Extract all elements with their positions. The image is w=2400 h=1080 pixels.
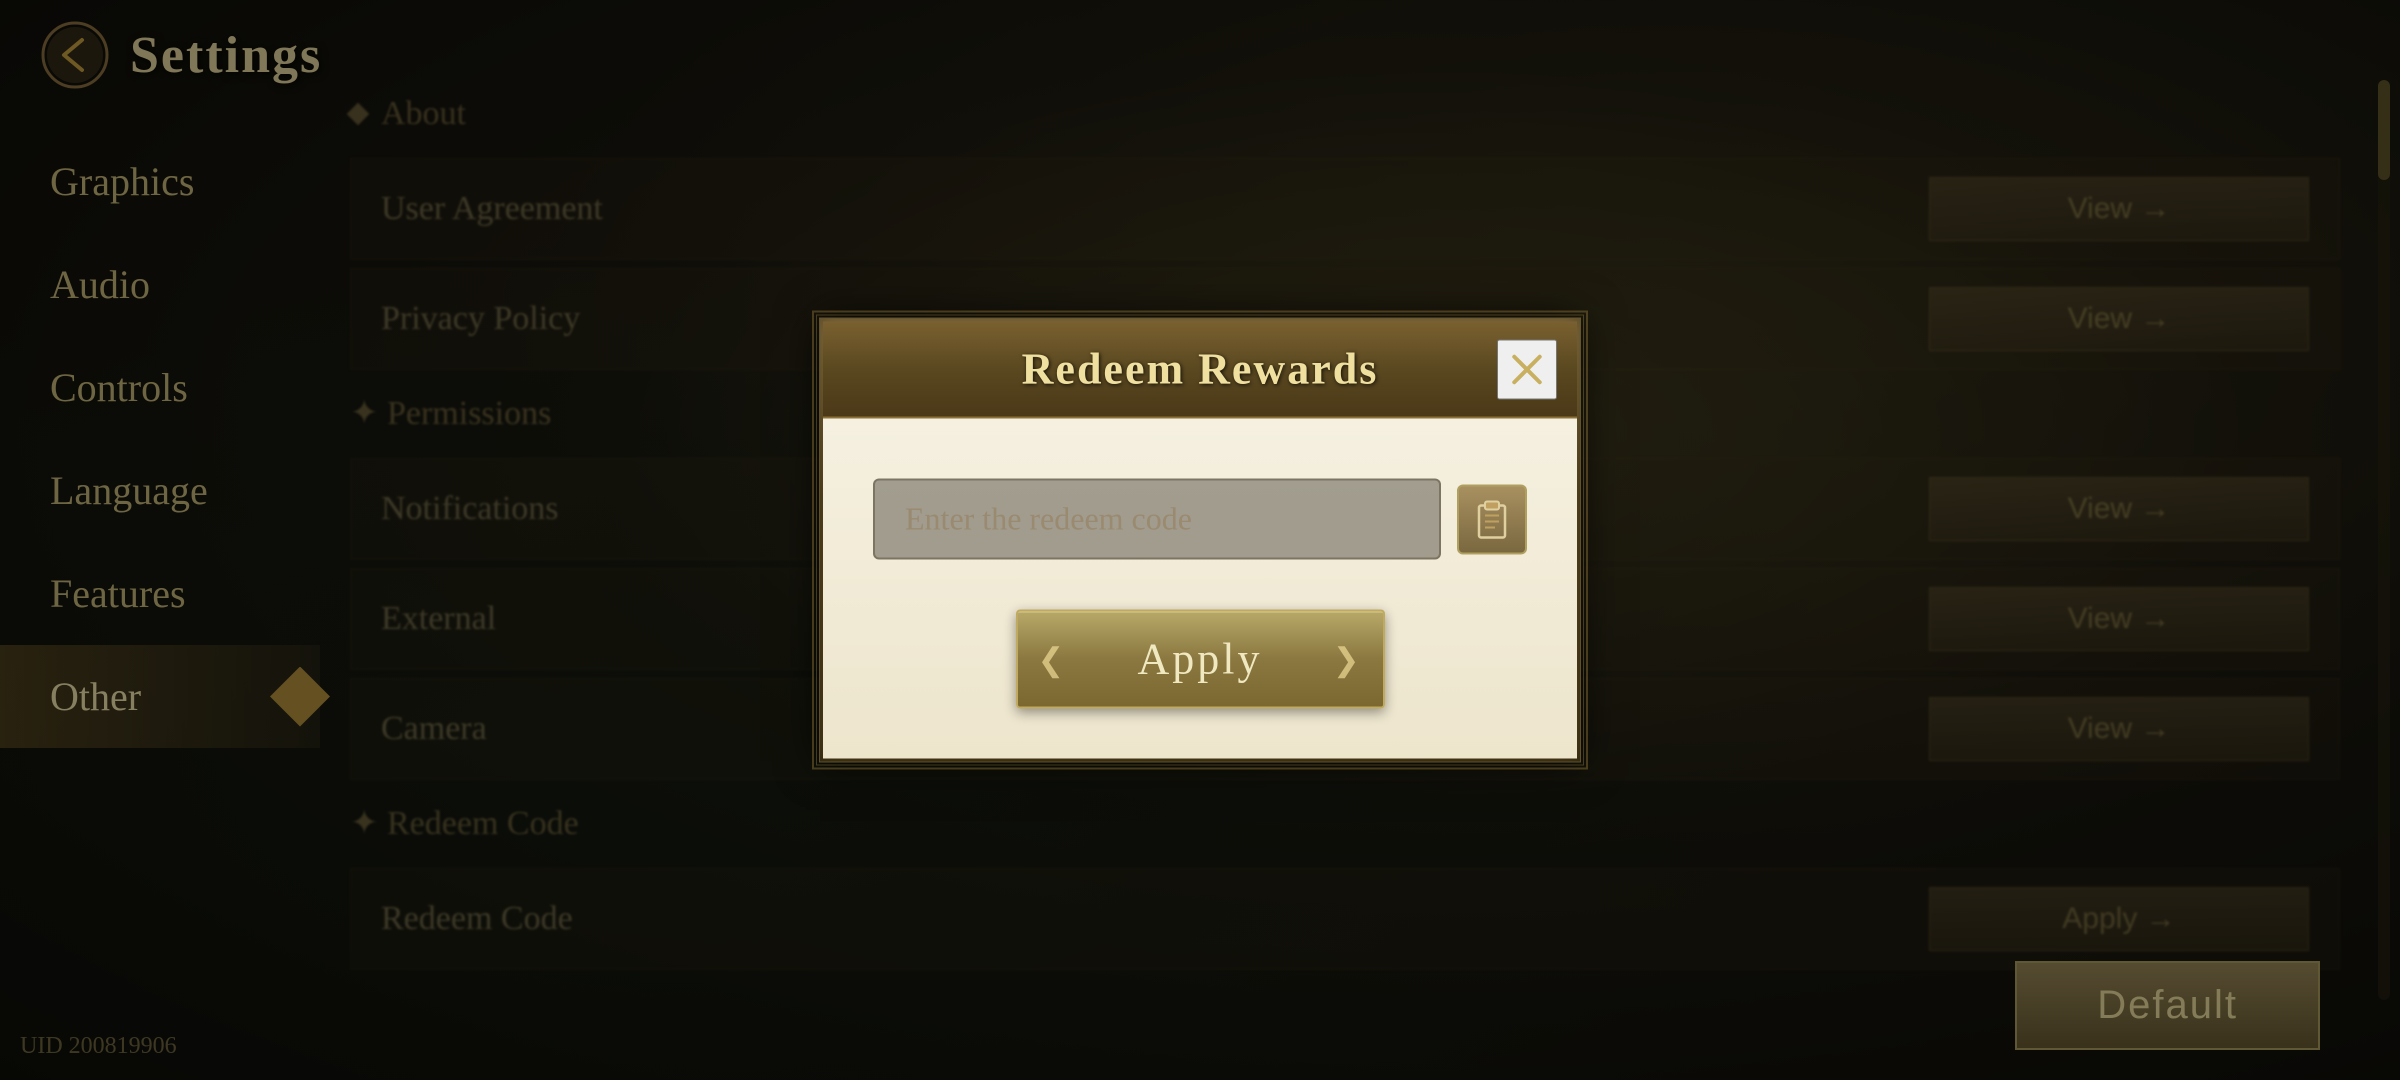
redeem-code-input[interactable] [873, 479, 1441, 560]
modal-frame: Redeem Rewards [820, 319, 1580, 762]
clipboard-icon [1473, 497, 1511, 541]
modal-apply-button[interactable]: Apply ❯ [1016, 610, 1385, 709]
modal-outer: Redeem Rewards [820, 319, 1580, 762]
redeem-rewards-modal: Redeem Rewards [820, 319, 1580, 762]
modal-close-button[interactable] [1497, 339, 1557, 399]
apply-deco-right-icon: ❯ [1333, 640, 1363, 678]
paste-button[interactable] [1457, 484, 1527, 554]
modal-header: Redeem Rewards [823, 322, 1577, 419]
close-icon [1507, 349, 1547, 389]
input-row [873, 479, 1527, 560]
apply-label: Apply [1138, 635, 1263, 684]
modal-body: Apply ❯ [823, 419, 1577, 759]
modal-title: Redeem Rewards [1022, 344, 1379, 395]
